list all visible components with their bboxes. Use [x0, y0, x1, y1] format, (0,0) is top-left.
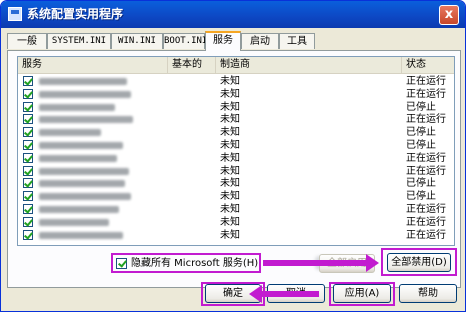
checkbox-checked-icon[interactable] [23, 152, 33, 163]
title-bar[interactable]: 系统配置实用程序 x [1, 1, 465, 28]
service-manufacturer: 未知 [220, 140, 240, 151]
checkbox-checked-icon[interactable] [23, 229, 33, 240]
service-name-redacted [39, 180, 125, 188]
tab-3[interactable]: BOOT.INI [163, 33, 207, 49]
tab-6[interactable]: 工具 [279, 33, 315, 49]
service-status: 已停止 [406, 140, 436, 151]
checkbox-checked-icon[interactable] [23, 165, 33, 176]
service-name-redacted [39, 116, 133, 124]
service-manufacturer: 未知 [220, 101, 240, 113]
column-header-manufacturer[interactable]: 制造商 [216, 57, 402, 73]
tab-5[interactable]: 启动 [241, 33, 279, 49]
list-header: 服务 基本的 制造商 状态 [18, 57, 454, 74]
service-manufacturer: 未知 [220, 76, 240, 87]
service-status: 正在运行 [406, 88, 446, 100]
service-name-redacted [39, 129, 101, 137]
service-status: 已停止 [406, 191, 436, 203]
table-row[interactable]: 未知 正在运行 [18, 88, 454, 101]
checkbox-checked-icon[interactable] [23, 178, 33, 189]
annotation-arrow-left [249, 285, 319, 303]
service-name-redacted [39, 206, 119, 213]
table-row[interactable]: 未知 已停止 [18, 139, 454, 152]
checkbox-checked-icon[interactable] [23, 101, 33, 112]
service-status: 正在运行 [406, 165, 446, 177]
service-manufacturer: 未知 [220, 229, 240, 241]
checkbox-checked-icon[interactable] [23, 191, 33, 202]
checkbox-checked-icon[interactable] [23, 88, 33, 99]
table-row[interactable]: 未知 正在运行 [18, 216, 454, 229]
checkbox-checked-icon[interactable] [23, 216, 33, 227]
service-name-redacted [39, 231, 123, 239]
disable-all-button[interactable]: 全部禁用(D) [387, 253, 451, 272]
service-status: 已停止 [406, 178, 436, 190]
service-manufacturer: 未知 [220, 127, 240, 139]
service-status: 正在运行 [406, 152, 446, 164]
service-manufacturer: 未知 [220, 114, 240, 126]
checkbox-checked-icon[interactable] [23, 140, 33, 150]
service-manufacturer: 未知 [220, 178, 240, 190]
service-name-redacted [39, 103, 115, 111]
checkbox-checked-icon[interactable] [23, 114, 33, 125]
hide-microsoft-services[interactable]: 隐藏所有 Microsoft 服务(H) [111, 253, 261, 273]
table-row[interactable]: 未知 已停止 [18, 177, 454, 190]
table-row[interactable]: 未知 已停止 [18, 190, 454, 203]
column-header-essential[interactable]: 基本的 [168, 57, 216, 73]
table-row[interactable]: 未知 正在运行 [18, 165, 454, 178]
service-status: 正在运行 [406, 216, 446, 228]
table-row[interactable]: 未知 已停止 [18, 101, 454, 114]
tab-0[interactable]: 一般 [7, 33, 47, 49]
service-name-redacted [39, 78, 127, 85]
services-list[interactable]: 服务 基本的 制造商 状态 未知 正在运行 未知 正在运行 未知 已停止 未知 正在运行 未知已… [17, 56, 455, 246]
app-icon [8, 7, 22, 21]
annotation-arrow-right [263, 254, 379, 272]
service-manufacturer: 未知 [220, 88, 240, 100]
help-button[interactable]: 帮助 [399, 284, 457, 303]
table-row[interactable]: 未知 正在运行 [18, 152, 454, 165]
tab-4[interactable]: 服务 [205, 31, 241, 51]
checkbox-checked-icon[interactable] [23, 76, 33, 86]
service-name-redacted [39, 167, 129, 175]
service-status: 正在运行 [406, 229, 446, 241]
checkbox-checked-icon[interactable] [23, 204, 33, 214]
hide-microsoft-services-label: 隐藏所有 Microsoft 服务(H) [131, 258, 259, 269]
table-row[interactable]: 未知 正在运行 [18, 203, 454, 216]
table-row[interactable]: 未知 正在运行 [18, 229, 454, 242]
service-manufacturer: 未知 [220, 191, 240, 203]
service-status: 正在运行 [406, 204, 446, 215]
checkbox-checked-icon[interactable] [23, 127, 33, 138]
close-button[interactable]: x [439, 5, 459, 25]
service-status: 正在运行 [406, 114, 446, 126]
checkbox-checked-icon[interactable] [116, 258, 127, 269]
service-manufacturer: 未知 [220, 165, 240, 177]
table-row[interactable]: 未知 已停止 [18, 126, 454, 139]
table-row[interactable]: 未知 正在运行 [18, 113, 454, 126]
window-title: 系统配置实用程序 [27, 7, 124, 21]
column-header-service[interactable]: 服务 [18, 57, 168, 73]
tab-2[interactable]: WIN.INI [111, 33, 163, 49]
system-config-dialog: 系统配置实用程序 x 一般 SYSTEM.INI WIN.INI BOOT.INI 服务… [0, 0, 466, 312]
service-name-redacted [39, 193, 131, 201]
service-status: 已停止 [406, 101, 436, 113]
service-name-redacted [39, 90, 131, 98]
tab-1[interactable]: SYSTEM.INI [47, 33, 111, 49]
service-name-redacted [39, 154, 117, 162]
service-status: 正在运行 [406, 76, 446, 87]
service-manufacturer: 未知 [220, 152, 240, 164]
service-manufacturer: 未知 [220, 204, 240, 215]
service-manufacturer: 未知 [220, 216, 240, 228]
column-header-status[interactable]: 状态 [402, 57, 454, 73]
apply-button[interactable]: 应用(A) [333, 284, 391, 303]
service-status: 已停止 [406, 127, 436, 139]
service-name-redacted [39, 218, 109, 226]
service-name-redacted [39, 142, 123, 149]
table-row[interactable]: 未知 正在运行 [18, 75, 454, 88]
